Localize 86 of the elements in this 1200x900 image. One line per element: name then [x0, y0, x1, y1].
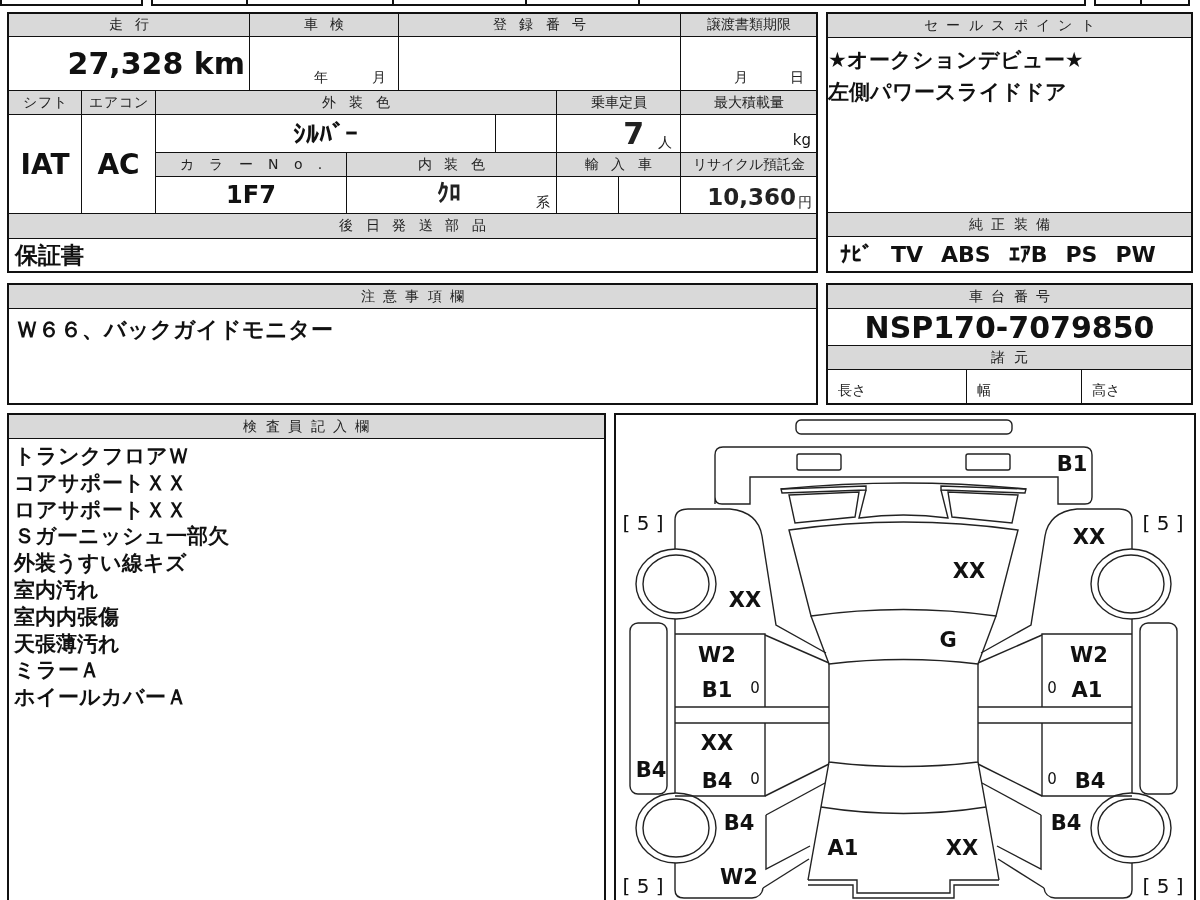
- header-cell: 外装色: [156, 91, 556, 114]
- spec-cell: 高さ: [1082, 370, 1191, 403]
- header-cell: 内装色: [347, 153, 556, 176]
- unit-label: 日: [790, 69, 804, 85]
- unit-label: 月: [734, 69, 748, 85]
- equipment-label: ｴｱB: [1008, 241, 1048, 267]
- unit-label: 系: [536, 194, 550, 210]
- section-header: 検査員記入欄: [9, 415, 604, 439]
- tire-tread-label: [ 5 ]: [622, 511, 664, 535]
- damage-code: B1: [701, 678, 733, 702]
- equipment-label: PW: [1115, 241, 1156, 267]
- damage-code: B4: [1074, 769, 1106, 793]
- damage-code: G: [939, 628, 957, 652]
- equipment-label: ﾅﾋﾞ: [840, 241, 873, 267]
- damage-code: B1: [1056, 452, 1088, 476]
- header-cell: カラーNo.: [156, 153, 346, 176]
- unit-label: 月: [372, 69, 386, 85]
- inspector-note: 天張薄汚れ: [14, 630, 120, 658]
- section-header: セールスポイント: [828, 14, 1191, 38]
- section-header: 注意事項欄: [9, 285, 816, 309]
- inspector-note: ロアサポートＸＸ: [14, 496, 187, 524]
- equipment-label: ABS: [941, 241, 991, 267]
- section-header: 車台番号: [828, 285, 1191, 309]
- deposit-amount: 10,360: [707, 184, 796, 210]
- inspector-note: 室内汚れ: [14, 577, 99, 604]
- inspector-note: Ｓガーニッシュ一部欠: [14, 523, 229, 551]
- door-mark: 0: [1047, 679, 1057, 697]
- damage-code: A1: [827, 836, 859, 860]
- mileage-value: 27,328 km: [9, 37, 249, 90]
- header-cell: 乗車定員: [557, 91, 680, 114]
- unit-label: 年: [314, 69, 328, 85]
- header-cell: 登録番号: [399, 14, 680, 36]
- inspector-note: ホイールカバーＡ: [14, 684, 187, 711]
- tire-tread-label: [ 5 ]: [1142, 874, 1184, 898]
- unit-label: 人: [658, 134, 672, 150]
- header-cell: 最大積載量: [681, 91, 816, 114]
- damage-code: B4: [1050, 811, 1082, 835]
- header-cell: 車検: [250, 14, 398, 36]
- door-mark: 0: [750, 679, 760, 697]
- exterior-color-value: ｼﾙﾊﾞｰ: [156, 115, 495, 152]
- damage-code: XX: [945, 836, 979, 860]
- equipment-label: PS: [1065, 241, 1098, 267]
- header-cell: エアコン: [82, 91, 155, 114]
- damage-code: XX: [952, 559, 986, 583]
- caution-note: Ｗ６６、バックガイドモニター: [15, 316, 333, 344]
- table-cell: 保証書: [9, 239, 816, 271]
- seat-count: 7: [623, 117, 644, 150]
- header-cell: 輸入車: [557, 153, 680, 176]
- header-cell: 後日発送部品: [9, 214, 816, 238]
- tire-tread-label: [ 5 ]: [1142, 511, 1184, 535]
- damage-code: W2: [1070, 643, 1108, 667]
- inspector-note: 室内内張傷: [14, 603, 119, 631]
- tire-tread-label: [ 5 ]: [622, 874, 664, 898]
- chassis-number: NSP170-7079850: [863, 309, 1156, 345]
- spec-cell: 幅: [967, 370, 1081, 403]
- damage-code: B4: [723, 811, 755, 835]
- inspector-note: ミラーＡ: [14, 657, 100, 685]
- damage-code: XX: [700, 731, 734, 755]
- door-mark: 0: [750, 770, 760, 788]
- interior-color-value: ｸﾛ: [436, 180, 461, 207]
- sales-point-text: ★オークションデビュー★: [828, 47, 1084, 74]
- damage-code: A1: [1071, 678, 1103, 702]
- damage-code: B4: [701, 769, 733, 793]
- section-header: 純正装備: [828, 212, 1191, 237]
- color-number-value: 1F7: [156, 177, 346, 213]
- section-header: 諸元: [828, 345, 1191, 370]
- header-cell: 譲渡書類期限: [681, 14, 816, 36]
- aircon-value: AC: [82, 115, 155, 213]
- equipment-label: TV: [891, 241, 924, 267]
- door-mark: 0: [1047, 770, 1057, 788]
- unit-label: 円: [798, 194, 812, 210]
- shift-value: IAT: [9, 115, 81, 213]
- damage-code: W2: [698, 643, 736, 667]
- inspector-note: 外装うすい線キズ: [14, 550, 187, 577]
- header-cell: リサイクル預託金: [681, 153, 816, 176]
- sales-point-text: 左側パワースライドドア: [828, 79, 1067, 106]
- header-cell: シフト: [9, 91, 81, 114]
- damage-code: XX: [728, 588, 762, 612]
- damage-code: XX: [1072, 525, 1106, 549]
- spec-cell: 長さ: [828, 370, 966, 403]
- inspector-note: コアサポートＸＸ: [14, 469, 187, 497]
- inspector-note: トランクフロアＷ: [14, 443, 189, 470]
- unit-label: kg: [681, 115, 816, 152]
- header-cell: 走行: [9, 14, 249, 36]
- damage-code: B4: [635, 758, 667, 782]
- damage-code: W2: [720, 865, 758, 889]
